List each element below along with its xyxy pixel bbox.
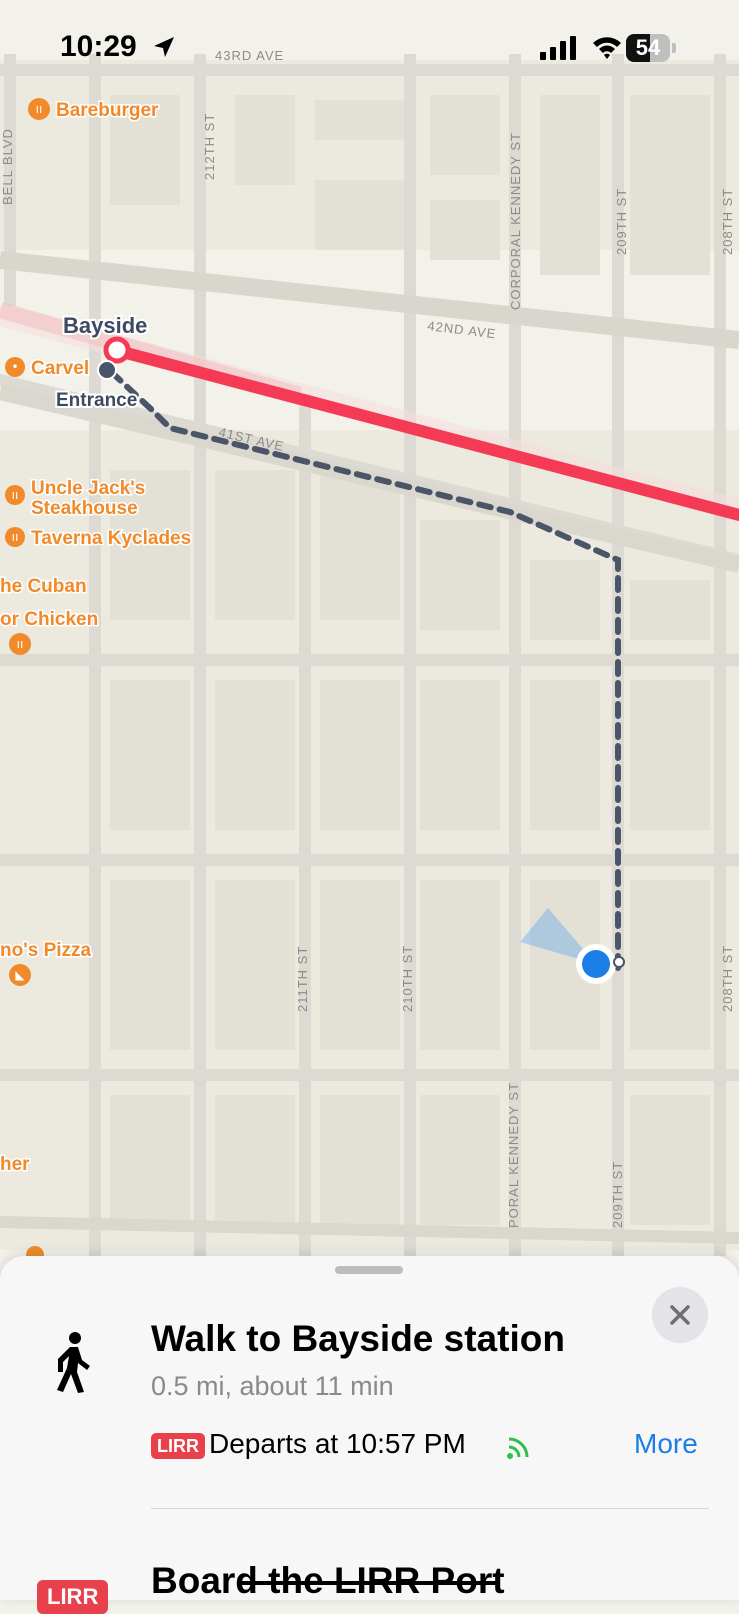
street-label-209th-st-top: 209TH ST (614, 188, 629, 255)
street-label-209th-st-bottom: 209TH ST (610, 1161, 625, 1228)
poi-partial-bottom[interactable]: her (0, 1153, 32, 1177)
street-label-corporal-kennedy-bottom: PORAL KENNEDY ST (506, 1082, 521, 1228)
street-label-208th-st-top: 208TH ST (720, 188, 735, 255)
step-title: Walk to Bayside station (151, 1318, 565, 1359)
street-label-210th-st: 210TH ST (400, 945, 415, 1012)
cellular-signal-icon (540, 36, 576, 60)
poi-taverna[interactable]: Taverna Kyclades (30, 527, 193, 551)
svg-text:◣: ◣ (15, 968, 25, 982)
poi-carvel[interactable]: Carvel (30, 357, 91, 381)
street-label-212th-st: 212TH ST (202, 113, 217, 180)
close-button[interactable] (652, 1287, 708, 1343)
svg-text:•: • (11, 360, 18, 374)
sheet-grabber[interactable] (335, 1266, 403, 1274)
lirr-badge: LIRR (37, 1580, 109, 1614)
station-label[interactable]: Bayside (61, 311, 149, 340)
battery-icon: 54 (626, 34, 676, 62)
svg-text:ıı: ıı (17, 637, 24, 651)
street-label-211th-st: 211TH ST (295, 946, 310, 1012)
street-label-corporal-kennedy-top: CORPORAL KENNEDY ST (508, 132, 523, 310)
walking-person-icon (57, 1332, 90, 1393)
departure-time: Departs at 10:57 PM (209, 1428, 466, 1459)
status-bar: 10:29 54 (0, 0, 739, 100)
street-label-bell-blvd: BELL BLVD (0, 128, 15, 205)
station-marker[interactable] (103, 336, 131, 364)
poi-pizza[interactable]: no's Pizza (0, 939, 93, 963)
poi-uncle-jacks-line1[interactable]: Uncle Jack's (30, 477, 147, 501)
battery-level: 54 (635, 35, 661, 60)
svg-text:ıı: ıı (12, 488, 19, 502)
location-arrow-icon (154, 37, 174, 57)
poi-chicken[interactable]: or Chicken (0, 608, 100, 632)
close-icon (670, 1305, 690, 1325)
realtime-signal-icon (507, 1437, 529, 1459)
route-start-marker (613, 956, 625, 968)
step-subtitle: 0.5 mi, about 11 min (151, 1371, 394, 1401)
svg-text:ıı: ıı (36, 102, 43, 116)
street-label-208th-st-bottom: 208TH ST (720, 945, 735, 1012)
more-link[interactable]: More (634, 1428, 698, 1460)
user-location-dot[interactable] (582, 950, 610, 978)
status-time: 10:29 (60, 30, 137, 63)
poi-bareburger[interactable]: Bareburger (55, 99, 161, 123)
lirr-badge: LIRR (151, 1433, 205, 1459)
svg-text:ıı: ıı (12, 530, 19, 544)
entrance-label[interactable]: Entrance (54, 388, 139, 413)
step-divider (151, 1508, 709, 1509)
strike-line (240, 1581, 500, 1585)
poi-cuban[interactable]: he Cuban (0, 575, 88, 599)
entrance-marker[interactable] (97, 360, 117, 380)
wifi-icon (593, 37, 621, 59)
poi-uncle-jacks-line2[interactable]: Steakhouse (30, 497, 140, 521)
